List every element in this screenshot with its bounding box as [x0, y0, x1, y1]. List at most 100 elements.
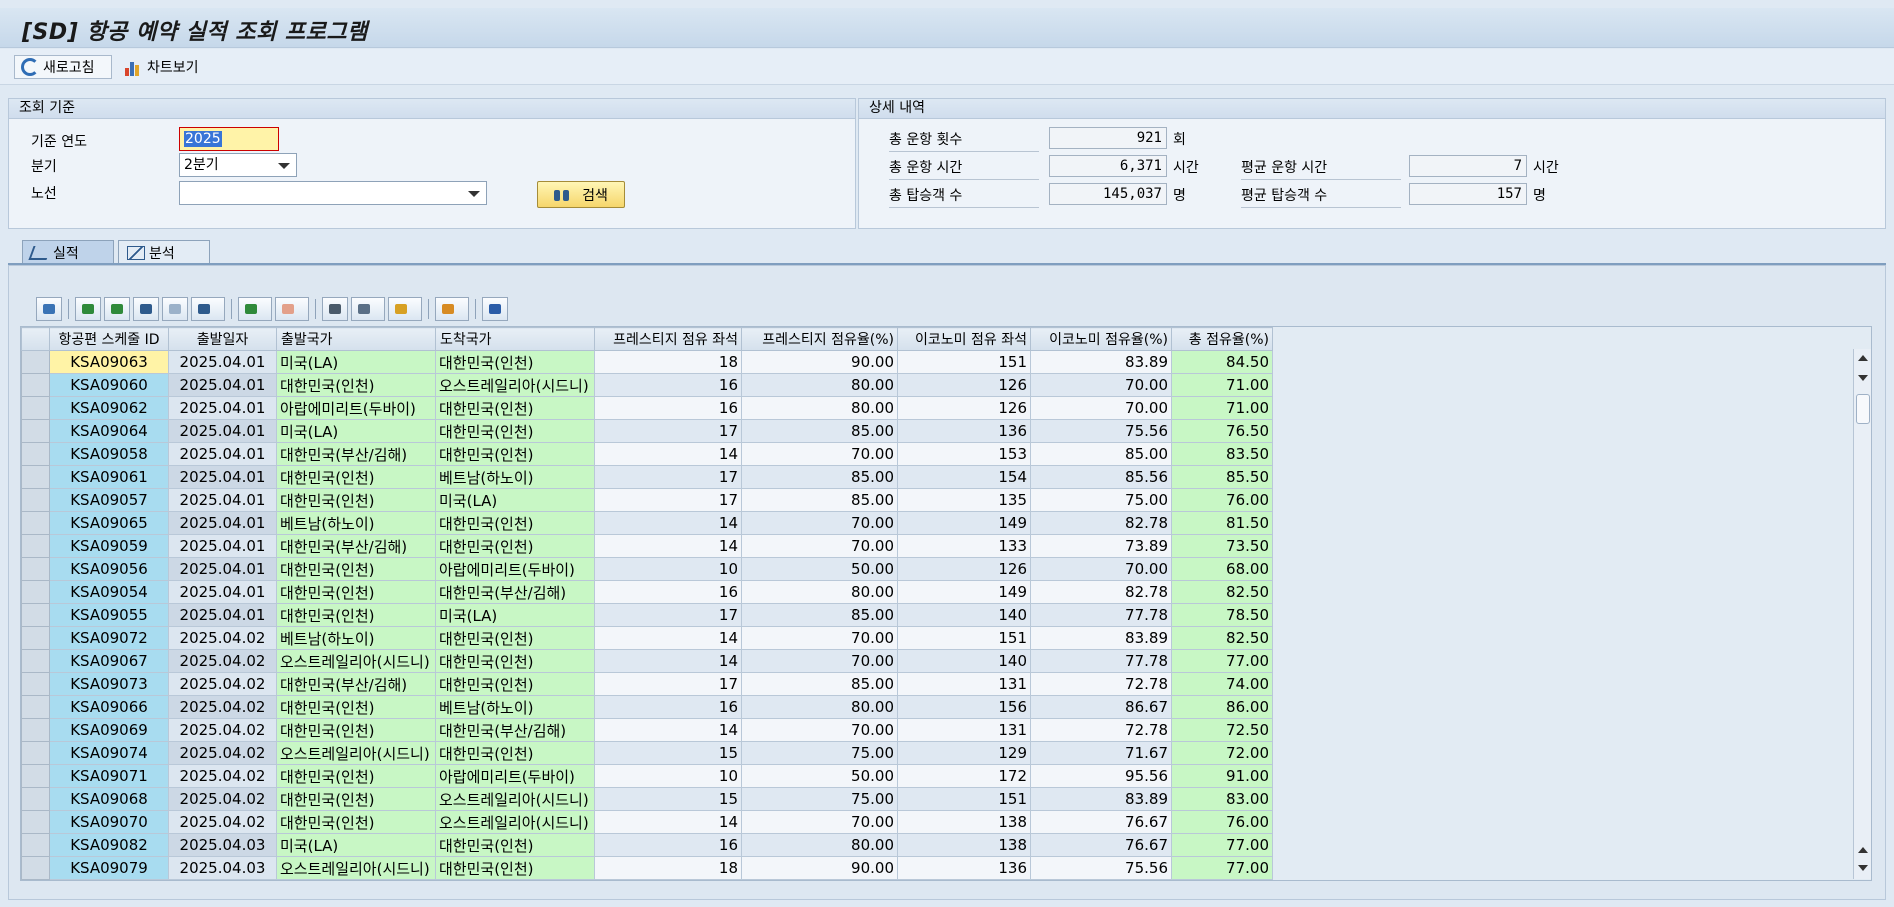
row-selector[interactable] [21, 626, 50, 650]
table-cell[interactable]: 77.00 [1171, 833, 1273, 857]
table-cell[interactable]: 136 [897, 419, 1031, 443]
col-header[interactable]: 이코노미 점유 좌석 [897, 327, 1031, 351]
table-row[interactable]: KSA09065 2025.04.01 베트남(하노이) 대한민국(인천) 14 70.0… [21, 511, 1273, 535]
table-cell[interactable]: 83.50 [1171, 442, 1273, 466]
table-cell[interactable]: 아랍에미리트(두바이) [435, 764, 595, 788]
table-row[interactable]: KSA09068 2025.04.02 대한민국(인천) 오스트레일리아(시드니) 15… [21, 787, 1273, 811]
table-cell[interactable]: KSA09079 [49, 856, 169, 880]
search-button[interactable]: 검색 [537, 181, 625, 208]
table-cell[interactable]: 2025.04.02 [168, 672, 277, 696]
row-selector[interactable] [21, 442, 50, 466]
table-cell[interactable]: 75.00 [741, 741, 898, 765]
table-cell[interactable]: 베트남(하노이) [276, 626, 436, 650]
table-cell[interactable]: 77.00 [1171, 856, 1273, 880]
table-cell[interactable]: 대한민국(부산/김해) [276, 672, 436, 696]
info-icon[interactable] [482, 297, 508, 321]
find-next-icon[interactable] [162, 297, 188, 321]
table-cell[interactable]: 70.00 [741, 810, 898, 834]
table-cell[interactable]: 대한민국(인천) [435, 649, 595, 673]
table-row[interactable]: KSA09074 2025.04.02 오스트레일리아(시드니) 대한민국(인천) 15… [21, 741, 1273, 765]
table-cell[interactable]: 14 [594, 718, 742, 742]
table-cell[interactable]: 95.56 [1030, 764, 1172, 788]
table-cell[interactable]: 미국(LA) [435, 488, 595, 512]
table-cell[interactable]: 71.00 [1171, 396, 1273, 420]
subtotal-icon[interactable] [275, 297, 309, 321]
table-cell[interactable]: 172 [897, 764, 1031, 788]
table-cell[interactable]: 80.00 [741, 580, 898, 604]
table-cell[interactable]: 2025.04.01 [168, 396, 277, 420]
table-cell[interactable]: 76.67 [1030, 833, 1172, 857]
sort-descending-icon[interactable] [104, 297, 130, 321]
table-row[interactable]: KSA09056 2025.04.01 대한민국(인천) 아랍에미리트(두바이) 10 5… [21, 557, 1273, 581]
table-row[interactable]: KSA09061 2025.04.01 대한민국(인천) 베트남(하노이) 17 85.0… [21, 465, 1273, 489]
layout-icon[interactable] [435, 297, 469, 321]
table-row[interactable]: KSA09066 2025.04.02 대한민국(인천) 베트남(하노이) 16 80.0… [21, 695, 1273, 719]
table-cell[interactable]: 74.00 [1171, 672, 1273, 696]
table-cell[interactable]: 85.00 [741, 488, 898, 512]
select-all-icon[interactable] [21, 327, 50, 351]
table-row[interactable]: KSA09063 2025.04.01 미국(LA) 대한민국(인천) 18 90.00 1… [21, 350, 1273, 374]
table-cell[interactable]: 72.50 [1171, 718, 1273, 742]
table-cell[interactable]: 72.78 [1030, 672, 1172, 696]
vertical-scrollbar[interactable] [1853, 349, 1871, 879]
table-cell[interactable]: 17 [594, 603, 742, 627]
table-cell[interactable]: 85.00 [741, 419, 898, 443]
table-cell[interactable]: 오스트레일리아(시드니) [276, 741, 436, 765]
row-selector[interactable] [21, 465, 50, 489]
table-cell[interactable]: KSA09073 [49, 672, 169, 696]
table-cell[interactable]: 대한민국(인천) [435, 672, 595, 696]
table-cell[interactable]: 대한민국(인천) [435, 534, 595, 558]
table-cell[interactable]: 85.56 [1030, 465, 1172, 489]
table-cell[interactable]: 오스트레일리아(시드니) [435, 810, 595, 834]
table-cell[interactable]: 50.00 [741, 557, 898, 581]
table-cell[interactable]: 149 [897, 511, 1031, 535]
table-cell[interactable]: 대한민국(인천) [435, 856, 595, 880]
scroll-thumb[interactable] [1856, 394, 1870, 424]
table-cell[interactable]: 153 [897, 442, 1031, 466]
table-cell[interactable]: 126 [897, 373, 1031, 397]
table-cell[interactable]: KSA09065 [49, 511, 169, 535]
table-cell[interactable]: 대한민국(인천) [435, 442, 595, 466]
table-cell[interactable]: 대한민국(인천) [276, 373, 436, 397]
table-cell[interactable]: 77.00 [1171, 649, 1273, 673]
table-cell[interactable]: 2025.04.02 [168, 810, 277, 834]
table-cell[interactable]: 90.00 [741, 856, 898, 880]
table-cell[interactable]: 76.00 [1171, 810, 1273, 834]
table-cell[interactable]: 2025.04.01 [168, 557, 277, 581]
table-cell[interactable]: KSA09055 [49, 603, 169, 627]
table-cell[interactable]: 82.78 [1030, 580, 1172, 604]
table-cell[interactable]: 73.50 [1171, 534, 1273, 558]
table-cell[interactable]: 85.50 [1171, 465, 1273, 489]
col-header[interactable]: 출발일자 [168, 327, 277, 351]
table-cell[interactable]: 2025.04.01 [168, 373, 277, 397]
table-cell[interactable]: 138 [897, 810, 1031, 834]
table-row[interactable]: KSA09072 2025.04.02 베트남(하노이) 대한민국(인천) 14 70.0… [21, 626, 1273, 650]
table-cell[interactable]: 오스트레일리아(시드니) [435, 373, 595, 397]
col-header[interactable]: 총 점유율(%) [1171, 327, 1273, 351]
table-cell[interactable]: 70.00 [741, 511, 898, 535]
table-cell[interactable]: 대한민국(인천) [435, 741, 595, 765]
table-cell[interactable]: 대한민국(인천) [276, 810, 436, 834]
table-cell[interactable]: 72.78 [1030, 718, 1172, 742]
table-row[interactable]: KSA09059 2025.04.01 대한민국(부산/김해) 대한민국(인천) 14 7… [21, 534, 1273, 558]
table-cell[interactable]: 2025.04.01 [168, 488, 277, 512]
col-header[interactable]: 이코노미 점유율(%) [1030, 327, 1172, 351]
table-cell[interactable]: 90.00 [741, 350, 898, 374]
scroll-page-down-icon[interactable] [1858, 375, 1868, 381]
table-cell[interactable]: 2025.04.02 [168, 626, 277, 650]
table-cell[interactable]: 17 [594, 465, 742, 489]
table-row[interactable]: KSA09060 2025.04.01 대한민국(인천) 오스트레일리아(시드니) 16… [21, 373, 1273, 397]
table-cell[interactable]: 2025.04.03 [168, 856, 277, 880]
table-cell[interactable]: 140 [897, 649, 1031, 673]
table-cell[interactable]: 16 [594, 580, 742, 604]
row-selector[interactable] [21, 833, 50, 857]
table-cell[interactable]: 80.00 [741, 695, 898, 719]
row-selector[interactable] [21, 787, 50, 811]
row-selector[interactable] [21, 672, 50, 696]
table-cell[interactable]: KSA09068 [49, 787, 169, 811]
table-row[interactable]: KSA09067 2025.04.02 오스트레일리아(시드니) 대한민국(인천) 14… [21, 649, 1273, 673]
table-cell[interactable]: 80.00 [741, 373, 898, 397]
table-cell[interactable]: 대한민국(인천) [435, 833, 595, 857]
table-cell[interactable]: 베트남(하노이) [435, 465, 595, 489]
refresh-button[interactable]: 새로고침 [14, 55, 112, 79]
